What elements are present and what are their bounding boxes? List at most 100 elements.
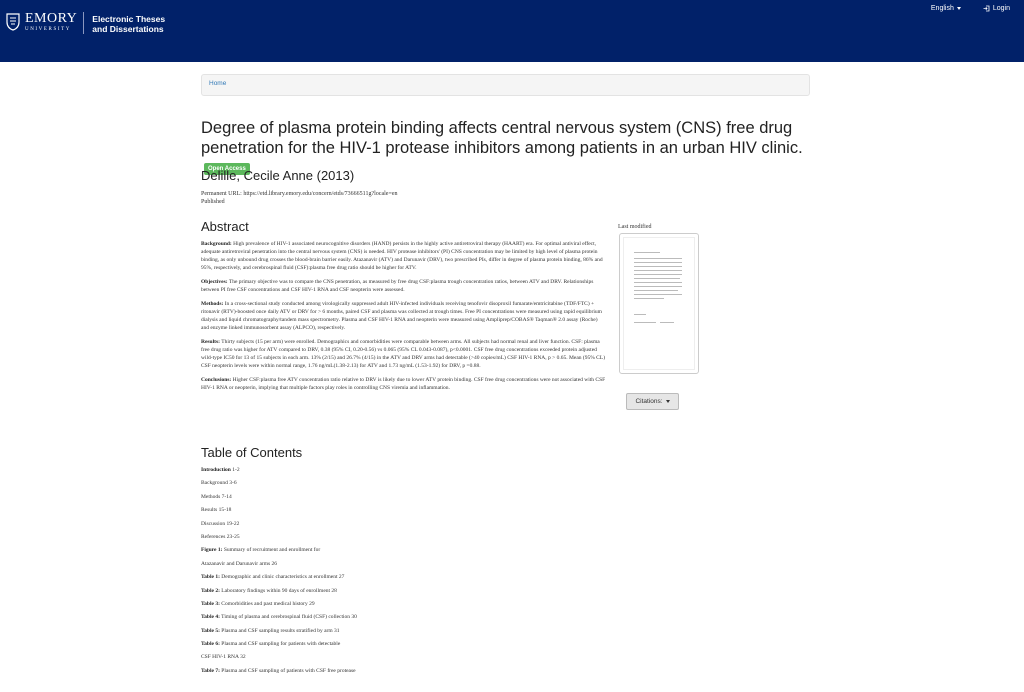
emory-logo[interactable]: EMORY UNIVERSITY Electronic Theses and D… (6, 12, 165, 34)
toc-item: Table 3: Comorbidities and past medical … (201, 600, 606, 613)
toc-item: Table 5: Plasma and CSF sampling results… (201, 627, 606, 640)
abstract-paragraph-text: Higher CSF:plasma free ATV concentration… (201, 377, 606, 391)
logo-divider (83, 12, 85, 34)
toc-item-text: Background 3-6 (201, 480, 237, 487)
login-label: Login (992, 5, 1010, 12)
abstract-paragraph-text: In a cross-sectional study conducted amo… (201, 301, 602, 331)
toc-item-label: Table 7: (201, 667, 220, 674)
toc-item-label: Table 5: (201, 627, 220, 634)
site-title-line2: and Dissertations (92, 24, 164, 34)
thumbnail-text-line (634, 322, 656, 323)
logo-main: EMORY (25, 11, 78, 26)
toc-item-label: Table 3: (201, 600, 220, 607)
toc-item: Atazanavir and Darunavir arms 26 (201, 560, 606, 573)
abstract-paragraph-text: Thirty subjects (15 per arm) were enroll… (201, 339, 606, 369)
toc-item: Table 4: Timing of plasma and cerebrospi… (201, 613, 606, 626)
toc-item: Discussion 19-22 (201, 520, 606, 533)
toc-item-text: Methods 7-14 (201, 493, 232, 500)
abstract-paragraph-label: Objectives: (201, 279, 228, 285)
thumbnail-text-line (634, 270, 682, 271)
abstract-heading: Abstract (201, 219, 249, 234)
citations-label: Citations: (635, 398, 663, 405)
toc-item: Methods 7-14 (201, 493, 606, 506)
toc-item-label: Table 6: (201, 641, 220, 648)
toc-item-label: Table 1: (201, 574, 220, 581)
thumbnail-text-line (634, 298, 664, 299)
toc-item: Table 6: Plasma and CSF sampling for pat… (201, 640, 606, 653)
toc-item-text: Demographic and clinic characteristics a… (219, 574, 345, 581)
toc-item: References 23-25 (201, 533, 606, 546)
author-line: Delille, Cecile Anne (2013) (201, 168, 355, 183)
caret-down-icon (665, 400, 670, 403)
toc-item-text: Plasma and CSF sampling of patients with… (219, 667, 356, 674)
thumbnail-text-line (634, 266, 682, 267)
toc-item-text: 1-2 (230, 467, 240, 473)
thumbnail-text-line (634, 314, 646, 315)
login-icon (983, 5, 990, 12)
abstract-paragraph: Methods: In a cross-sectional study cond… (201, 300, 606, 332)
toc-item: Results 15-18 (201, 506, 606, 519)
wordmark: EMORY UNIVERSITY (25, 12, 77, 33)
toc-item: Background 3-6 (201, 479, 606, 492)
abstract-paragraph: Results: Thirty subjects (15 per arm) we… (201, 338, 606, 370)
toc-item-text: Timing of plasma and cerebrospinal fluid… (219, 614, 357, 621)
logo-sub: UNIVERSITY (25, 27, 71, 32)
abstract-body: Background: High prevalence of HIV-1 ass… (201, 240, 606, 398)
abstract-paragraph: Background: High prevalence of HIV-1 ass… (201, 240, 606, 272)
toc-list: Introduction 1-2 Background 3-6 Methods 7-… (201, 466, 606, 680)
permanent-url: Permanent URL: https://etd.library.emory… (201, 191, 398, 197)
language-label: English (930, 5, 954, 12)
toc-item-text: CSF HIV-1 RNA 32 (201, 654, 246, 661)
toc-item: Table 2: Laboratory findings within 90 d… (201, 587, 606, 600)
thumbnail-text-line (634, 274, 682, 275)
header-nav: English Login (931, 5, 1010, 12)
toc-item: Figure 1: Summary of recruitment and enr… (201, 546, 606, 559)
thumbnail-text-line (634, 286, 682, 287)
toc-item-text: Plasma and CSF sampling results stratifi… (219, 627, 340, 634)
toc-item-text: References 23-25 (201, 533, 240, 540)
toc-item-label: Table 4: (201, 614, 220, 621)
abstract-paragraph-text: High prevalence of HIV-1 associated neur… (201, 241, 603, 271)
abstract-paragraph: Conclusions: Higher CSF:plasma free ATV … (201, 376, 606, 392)
abstract-paragraph-text: The primary objective was to compare the… (201, 279, 594, 293)
toc-item: Introduction 1-2 (201, 466, 606, 479)
caret-down-icon (956, 7, 961, 10)
abstract-paragraph-label: Conclusions: (201, 377, 232, 383)
login-link[interactable]: Login (983, 5, 1010, 12)
toc-item-text: Atazanavir and Darunavir arms 26 (201, 560, 278, 567)
toc-item-label: Table 2: (201, 587, 220, 594)
breadcrumb: Home (201, 74, 810, 96)
toc-item-text: Summary of recruitment and enrollment fo… (222, 547, 321, 554)
thumbnail-text-line (634, 278, 680, 279)
thumbnail-text-line (634, 258, 682, 259)
toc-item-text: Results 15-18 (201, 507, 232, 514)
thumbnail-page (623, 237, 695, 370)
breadcrumb-home-link[interactable]: Home (209, 80, 226, 87)
toc-item-label: Figure 1: (201, 547, 223, 554)
toc-item: Table 1: Demographic and clinic characte… (201, 573, 606, 586)
language-dropdown[interactable]: English (931, 5, 961, 12)
thumbnail-text-line (634, 290, 678, 291)
toc-item: Table 7: Plasma and CSF sampling of pati… (201, 667, 606, 680)
abstract-paragraph-label: Background: (201, 241, 232, 247)
toc-item-text: Comorbidities and past medical history 2… (219, 600, 315, 607)
toc-heading: Table of Contents (201, 445, 303, 460)
abstract-paragraph-label: Methods: (201, 301, 224, 307)
main-content: Home Degree of plasma protein binding af… (0, 62, 1024, 692)
site-header: EMORY UNIVERSITY Electronic Theses and D… (0, 0, 1024, 62)
thumbnail-label: Last modified (618, 224, 652, 230)
toc-item: CSF HIV-1 RNA 32 (201, 653, 606, 666)
thumbnail-text-line (634, 282, 682, 283)
document-thumbnail[interactable] (619, 233, 699, 374)
publication-status: Published (201, 199, 225, 205)
toc-item-label: Introduction (201, 467, 231, 473)
abstract-paragraph-label: Results: (201, 339, 220, 345)
thumbnail-text-line (634, 262, 682, 263)
citations-dropdown-button[interactable]: Citations: (626, 393, 679, 410)
abstract-paragraph: Objectives: The primary objective was to… (201, 278, 606, 294)
toc-item-text: Laboratory findings within 90 days of en… (219, 587, 337, 594)
site-title[interactable]: Electronic Theses and Dissertations (92, 14, 165, 34)
thumbnail-text-line (660, 322, 674, 323)
permalink-block: Permanent URL: https://etd.library.emory… (201, 190, 398, 206)
site-title-line1: Electronic Theses (92, 14, 166, 24)
